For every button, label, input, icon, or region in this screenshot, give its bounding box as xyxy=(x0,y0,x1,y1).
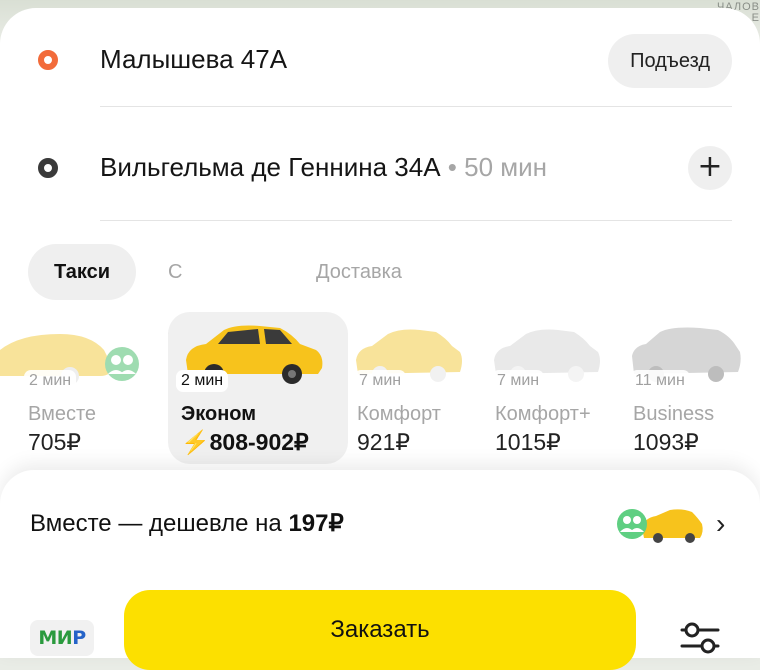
tariff-comfort[interactable]: 7 мин Комфорт 921₽ xyxy=(352,312,482,464)
route-to-row[interactable]: Вильгельма де Геннина 34А • 50 мин + xyxy=(0,130,760,210)
add-stop-button[interactable]: + xyxy=(688,146,732,190)
tariff-name: Комфорт+ xyxy=(495,403,591,425)
divider xyxy=(100,220,732,221)
tab-with-kids[interactable]: С детьми xyxy=(168,244,235,339)
tariff-name: Комфорт xyxy=(357,403,441,425)
tariff-name: Эконом xyxy=(181,403,257,425)
chevron-right-icon[interactable]: › xyxy=(716,508,725,540)
tariff-comfort-plus[interactable]: 7 мин Комфорт+ 1015₽ xyxy=(490,312,620,464)
route-from-row[interactable]: Малышева 47А Подъезд xyxy=(0,22,760,102)
tariff-price: 1015₽ xyxy=(495,429,561,455)
origin-address[interactable]: Малышева 47А xyxy=(100,42,287,76)
bottom-panel: Вместе — дешевле на 197₽ › МИР Заказать xyxy=(0,470,760,670)
tariff-vmeste[interactable]: 2 мин Вместе 705₽ xyxy=(0,312,150,464)
tariff-price: 1093₽ xyxy=(633,429,699,455)
destination-address[interactable]: Вильгельма де Геннина 34А • 50 мин xyxy=(100,150,547,184)
mir-label-tail: Р xyxy=(72,627,86,649)
together-car-icon xyxy=(617,509,703,543)
tariff-carousel[interactable]: 2 мин Вместе 705₽ 2 мин Эконом ⚡808-902₽ xyxy=(0,312,760,472)
destination-address-text: Вильгельма де Геннина 34А xyxy=(100,152,441,182)
tariff-price: 921₽ xyxy=(357,429,411,455)
tariff-price-value: 808-902₽ xyxy=(209,429,309,455)
order-button[interactable]: Заказать xyxy=(124,590,636,670)
surge-bolt-icon: ⚡ xyxy=(181,429,210,455)
tab-taxi[interactable]: Такси xyxy=(28,244,137,300)
filters-icon[interactable] xyxy=(678,620,722,656)
tariff-econom[interactable]: 2 мин Эконом ⚡808-902₽ xyxy=(168,312,348,464)
tariff-time: 7 мин xyxy=(354,370,407,392)
tariff-business[interactable]: 11 мин Business 1093₽ xyxy=(628,312,760,464)
tariff-name: Вместе xyxy=(28,403,97,425)
tariff-time: 11 мин xyxy=(630,370,690,392)
promo-text: Вместе — дешевле на xyxy=(30,510,289,537)
trip-duration: • 50 мин xyxy=(440,152,548,182)
origin-dot-icon xyxy=(38,50,58,70)
entrance-button[interactable]: Подъезд xyxy=(608,34,732,88)
payment-method-mir[interactable]: МИР xyxy=(30,620,94,656)
tariff-time: 7 мин xyxy=(492,370,545,392)
tariff-price: 705₽ xyxy=(28,429,82,455)
tariff-price: ⚡808-902₽ xyxy=(181,428,309,456)
tab-delivery[interactable]: Доставка xyxy=(316,244,402,300)
divider xyxy=(100,106,732,107)
promo-amount: 197₽ xyxy=(288,510,344,537)
mir-label: МИ xyxy=(38,627,73,649)
destination-dot-icon xyxy=(38,158,58,178)
tariff-time: 2 мин xyxy=(176,370,229,392)
tariff-name: Business xyxy=(633,403,715,425)
together-promo[interactable]: Вместе — дешевле на 197₽ xyxy=(30,508,344,540)
tariff-time: 2 мин xyxy=(24,370,77,392)
